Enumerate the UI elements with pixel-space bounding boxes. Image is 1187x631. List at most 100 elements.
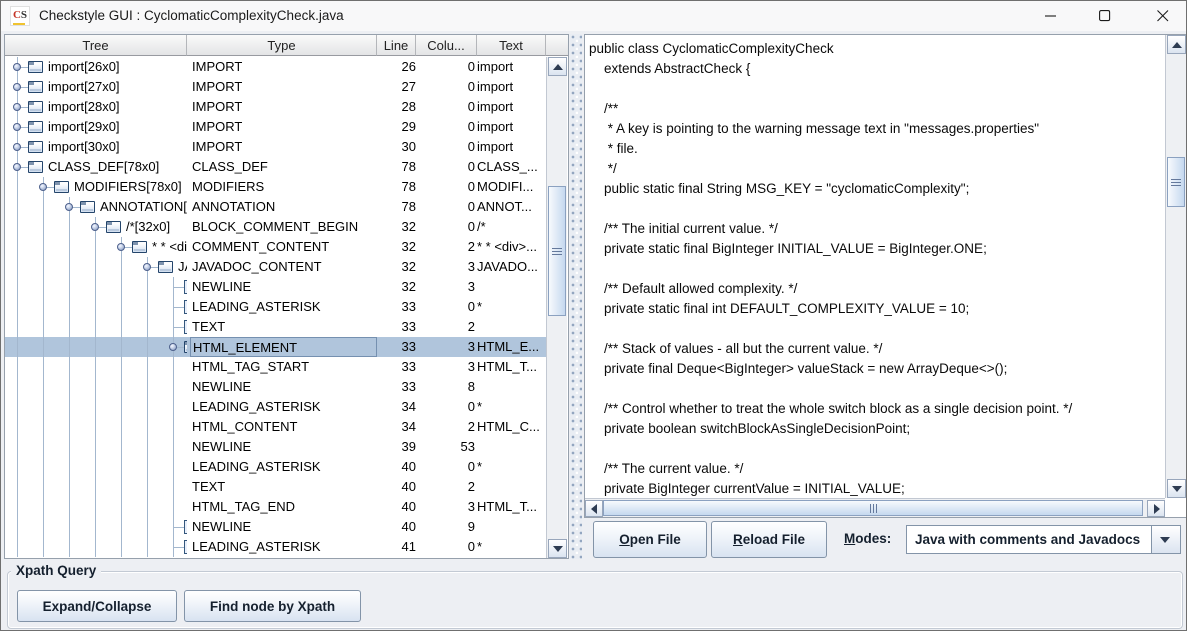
tree-guide-line [69, 317, 70, 337]
checkstyle-icon-accent [13, 23, 25, 25]
table-row[interactable]: LEADING_ASTERISKLEADING_ASTERISK340* [5, 397, 546, 417]
tree-guide-line [69, 397, 70, 417]
tree-cell: import[30x0] [5, 137, 187, 157]
tree-guide-line [43, 437, 44, 457]
table-row[interactable]: HTML_CONTENTHTML_CONTENT342HTML_C... [5, 417, 546, 437]
tree-cell: import[28x0] [5, 97, 187, 117]
table-row[interactable]: import[26x0]IMPORT260import [5, 57, 546, 77]
table-row[interactable]: NEWLINENEWLINE338 [5, 377, 546, 397]
table-row[interactable]: import[30x0]IMPORT300import [5, 137, 546, 157]
modes-combobox[interactable]: Java with comments and Javadocs [906, 525, 1181, 554]
scroll-down-button[interactable] [1167, 479, 1186, 498]
tree-expand-handle-collapsed[interactable] [13, 143, 21, 151]
leaf-icon [184, 520, 187, 534]
tree-expand-handle-collapsed[interactable] [13, 63, 21, 71]
table-row[interactable]: NEWLINENEWLINE323 [5, 277, 546, 297]
table-row[interactable]: TEXTTEXT332 [5, 317, 546, 337]
split-pane-divider[interactable] [570, 34, 582, 559]
text-cell: import [477, 117, 546, 137]
maximize-button[interactable] [1082, 1, 1128, 31]
scroll-up-button[interactable] [1167, 35, 1186, 54]
table-row[interactable]: MODIFIERS[78x0]MODIFIERS780MODIFI... [5, 177, 546, 197]
tree-guide-line [173, 497, 174, 517]
table-row[interactable]: HTML_TAG_STARTHTML_TAG_START333HTML_T... [5, 357, 546, 377]
table-row[interactable]: JAVADOC_CONTENTJAVADOC_CONTENT323JAVADO.… [5, 257, 546, 277]
tree-expand-handle-expanded[interactable] [13, 163, 21, 171]
tree-guide-line [95, 337, 96, 357]
source-code-textarea[interactable]: public class CyclomaticComplexityCheck e… [586, 36, 1164, 498]
table-row[interactable]: LEADING_ASTERISKLEADING_ASTERISK400* [5, 457, 546, 477]
table-row[interactable]: NEWLINENEWLINE409 [5, 517, 546, 537]
table-row[interactable]: import[27x0]IMPORT270import [5, 77, 546, 97]
scroll-up-button[interactable] [548, 57, 567, 76]
tree-guide-line [17, 497, 18, 517]
scroll-right-button[interactable] [1147, 500, 1165, 517]
table-row[interactable]: ANNOTATION[78x0]ANNOTATION780ANNOT... [5, 197, 546, 217]
tree-expand-handle-expanded[interactable] [117, 243, 125, 251]
column-header-tree[interactable]: Tree [5, 35, 187, 56]
combobox-arrow-button[interactable] [1151, 526, 1180, 553]
tree-expand-handle-collapsed[interactable] [13, 123, 21, 131]
table-row[interactable]: NEWLINENEWLINE3953 [5, 437, 546, 457]
code-vertical-scrollbar[interactable] [1165, 35, 1186, 498]
tree-guide-line [95, 437, 96, 457]
line-cell: 40 [377, 477, 416, 497]
table-row[interactable]: HTML_ELEMENTHTML_ELEMENT333HTML_E... [5, 337, 546, 357]
tree-guide-line [69, 357, 70, 377]
tree-guide-line [95, 317, 96, 337]
code-line [589, 319, 1164, 339]
code-hscrollbar-thumb[interactable] [603, 500, 1143, 516]
tree-guide-line [17, 337, 18, 357]
tree-guide-line [69, 417, 70, 437]
table-row[interactable]: CLASS_DEF[78x0]CLASS_DEF780CLASS_... [5, 157, 546, 177]
table-row[interactable]: import[29x0]IMPORT290import [5, 117, 546, 137]
column-cell: 0 [416, 117, 475, 137]
table-row[interactable]: LEADING_ASTERISKLEADING_ASTERISK330* [5, 297, 546, 317]
column-cell: 3 [416, 257, 475, 277]
tree-guide-line [121, 517, 122, 537]
column-header-text[interactable]: Text [477, 35, 546, 56]
line-cell: 33 [377, 377, 416, 397]
scroll-left-button[interactable] [585, 500, 603, 517]
find-node-by-xpath-button[interactable]: Find node by Xpath [184, 590, 361, 622]
text-cell: * * <div>... [477, 237, 546, 257]
tree-guide-line [173, 477, 174, 497]
table-row[interactable]: LEADING_ASTERISKLEADING_ASTERISK410* [5, 537, 546, 557]
tree-expand-handle-expanded[interactable] [169, 343, 177, 351]
table-row[interactable]: HTML_TAG_ENDHTML_TAG_END403HTML_T... [5, 497, 546, 517]
tree-guide-line [147, 337, 148, 357]
table-row[interactable]: TEXTTEXT402 [5, 477, 546, 497]
reload-file-button[interactable]: Reload File [711, 521, 827, 558]
leaf-icon [184, 300, 187, 314]
table-row[interactable]: /*[32x0]BLOCK_COMMENT_BEGIN320/* [5, 217, 546, 237]
column-header-line[interactable]: Line [377, 35, 416, 56]
tree-expand-handle-collapsed[interactable] [13, 83, 21, 91]
line-cell: 30 [377, 137, 416, 157]
expand-collapse-button[interactable]: Expand/Collapse [17, 590, 177, 622]
minimize-button[interactable] [1028, 1, 1074, 31]
column-header-column[interactable]: Colu... [416, 35, 477, 56]
open-file-button[interactable]: Open File [593, 521, 707, 558]
code-scrollbar-thumb[interactable] [1167, 157, 1185, 207]
tree-expand-handle-expanded[interactable] [91, 223, 99, 231]
scroll-down-button[interactable] [548, 539, 567, 558]
tree-guide-line [17, 357, 18, 377]
tree-guide-line [69, 277, 70, 297]
tree-guide-line [43, 297, 44, 317]
folder-icon [28, 141, 43, 153]
table-scrollbar-thumb[interactable] [548, 186, 566, 316]
tree-node-label: ANNOTATION[78x0] [100, 197, 187, 217]
tree-expand-handle-expanded[interactable] [65, 203, 73, 211]
close-button[interactable] [1140, 1, 1186, 31]
table-vertical-scrollbar[interactable] [546, 57, 567, 558]
tree-guide-line [147, 297, 148, 317]
table-row[interactable]: import[28x0]IMPORT280import [5, 97, 546, 117]
table-row[interactable]: * * <div>COMMENT_CONTENT322* * <div>... [5, 237, 546, 257]
tree-expand-handle-collapsed[interactable] [13, 103, 21, 111]
tree-expand-handle-expanded[interactable] [39, 183, 47, 191]
code-horizontal-scrollbar[interactable] [585, 498, 1165, 517]
tree-expand-handle-expanded[interactable] [143, 263, 151, 271]
tree-guide-line [17, 297, 18, 317]
folder-icon [54, 181, 69, 193]
column-header-type[interactable]: Type [187, 35, 377, 56]
